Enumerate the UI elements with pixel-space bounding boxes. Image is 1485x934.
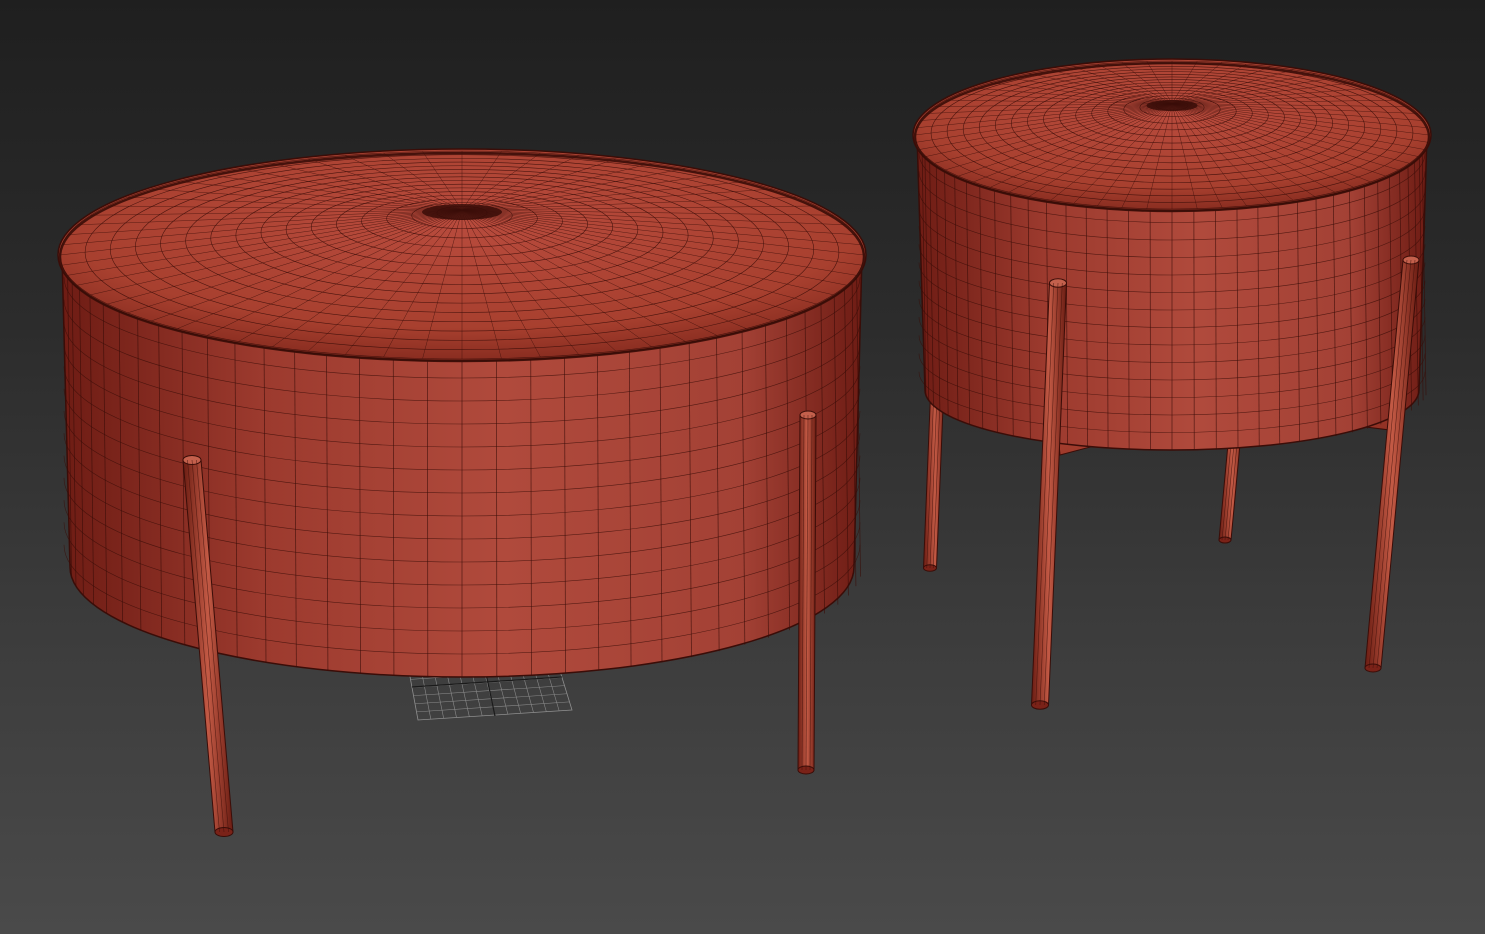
ottoman-small[interactable] <box>912 58 1432 710</box>
3d-viewport[interactable] <box>0 0 1485 934</box>
viewport-scene[interactable] <box>0 0 1485 934</box>
ottoman-small-top <box>912 58 1432 213</box>
ottoman-large[interactable] <box>57 148 867 837</box>
ottoman-large-top <box>57 148 867 363</box>
